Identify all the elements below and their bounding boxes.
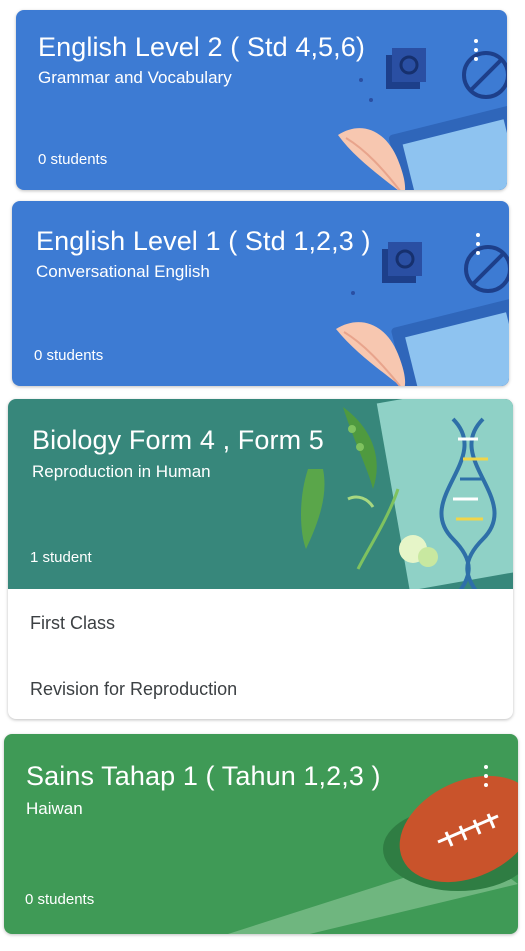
more-vert-icon[interactable] <box>471 232 485 258</box>
more-vert-icon[interactable] <box>479 764 493 790</box>
class-card-english-level-1[interactable]: English Level 1 ( Std 1,2,3 ) Conversati… <box>12 201 509 386</box>
class-card-english-level-2[interactable]: English Level 2 ( Std 4,5,6) Grammar and… <box>16 10 507 190</box>
class-title[interactable]: English Level 1 ( Std 1,2,3 ) <box>36 226 371 257</box>
student-count: 0 students <box>38 151 108 168</box>
more-vert-icon[interactable] <box>469 38 483 64</box>
class-subtitle: Reproduction in Human <box>32 462 211 481</box>
class-banner[interactable]: Biology Form 4 , Form 5 Reproduction in … <box>8 399 513 589</box>
class-title[interactable]: Biology Form 4 , Form 5 <box>32 425 324 456</box>
student-count: 0 students <box>25 891 95 908</box>
class-topic-item[interactable]: Revision for Reproduction <box>30 679 237 700</box>
class-title[interactable]: English Level 2 ( Std 4,5,6) <box>38 32 365 63</box>
student-count: 0 students <box>34 347 104 364</box>
student-count: 1 student <box>30 549 92 566</box>
class-topic-item[interactable]: First Class <box>30 613 115 634</box>
class-subtitle: Conversational English <box>36 262 210 281</box>
class-banner[interactable]: English Level 2 ( Std 4,5,6) Grammar and… <box>16 10 507 190</box>
class-subtitle: Grammar and Vocabulary <box>38 68 232 87</box>
class-banner[interactable]: Sains Tahap 1 ( Tahun 1,2,3 ) Haiwan 0 s… <box>4 734 518 934</box>
class-banner[interactable]: English Level 1 ( Std 1,2,3 ) Conversati… <box>12 201 509 386</box>
class-title[interactable]: Sains Tahap 1 ( Tahun 1,2,3 ) <box>26 761 381 792</box>
class-card-sains[interactable]: Sains Tahap 1 ( Tahun 1,2,3 ) Haiwan 0 s… <box>4 734 518 934</box>
class-card-biology[interactable]: Biology Form 4 , Form 5 Reproduction in … <box>8 399 513 719</box>
class-subtitle: Haiwan <box>26 799 83 818</box>
